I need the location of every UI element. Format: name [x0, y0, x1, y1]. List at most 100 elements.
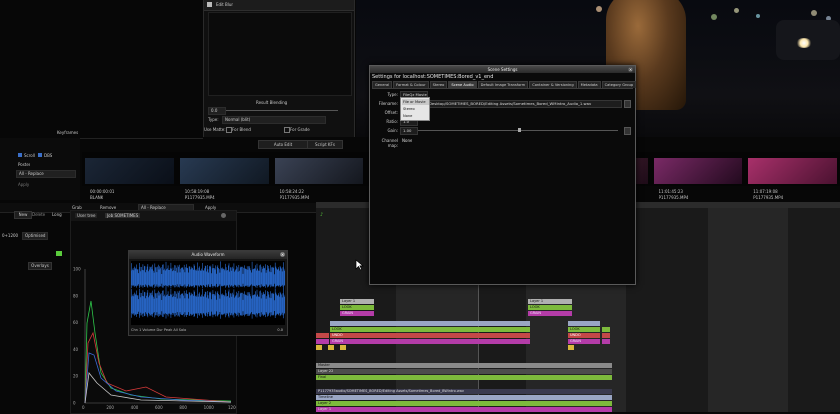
- dropdown-option[interactable]: None: [402, 113, 429, 119]
- blend-preview-area[interactable]: [208, 12, 352, 96]
- mouse-pointer-icon: [355, 259, 364, 271]
- y-tick-label: 80: [73, 293, 79, 298]
- dropdown-option[interactable]: Stereo: [402, 106, 429, 112]
- final-track[interactable]: Final: [316, 375, 612, 380]
- zoom-readout: 0+1200: [2, 233, 19, 238]
- y-tick-label: 0: [73, 401, 76, 406]
- clip-undo[interactable]: UNDO: [568, 333, 600, 338]
- clip-undo[interactable]: UNDO: [330, 333, 530, 338]
- dialog-tab[interactable]: Default Image Transform: [477, 81, 529, 88]
- gain-field[interactable]: 1.00: [400, 127, 418, 135]
- gain-slider-handle[interactable]: [518, 128, 521, 132]
- filmstrip-thumbnail[interactable]: [748, 158, 837, 184]
- reset-icon[interactable]: [624, 127, 631, 135]
- close-icon[interactable]: ×: [628, 67, 633, 72]
- type-dropdown-popup[interactable]: File or Movie Stereo None: [400, 97, 430, 121]
- optimised-select[interactable]: Optimised: [22, 232, 48, 240]
- clip-grain[interactable]: GRAIN: [568, 339, 600, 344]
- close-icon[interactable]: ×: [280, 252, 285, 257]
- new-button[interactable]: New: [14, 211, 32, 219]
- thumbnail-clip-name: BLANK: [90, 195, 104, 200]
- dbs-checkbox[interactable]: [38, 153, 42, 157]
- x-tick-label: 400: [131, 405, 139, 410]
- clip-grain-long[interactable]: GRAIN: [330, 339, 530, 344]
- timeline-shot-region: [708, 208, 788, 412]
- clip-keyframe-small[interactable]: [316, 345, 322, 350]
- dialog-tab[interactable]: General: [372, 81, 393, 88]
- clip-undo-small[interactable]: [316, 333, 329, 338]
- clip-keyframe-small[interactable]: [340, 345, 346, 350]
- dialog-tab[interactable]: Category Group: [601, 81, 637, 88]
- clip-base-track[interactable]: [568, 321, 600, 326]
- layer2-track[interactable]: Layer 2: [316, 401, 612, 406]
- bokeh-light: [811, 10, 817, 16]
- scroll-checkbox[interactable]: [18, 153, 22, 157]
- filmstrip-thumbnail[interactable]: [179, 158, 269, 184]
- graph-curve[interactable]: [84, 331, 232, 404]
- clip-look-small[interactable]: [602, 327, 610, 332]
- overlays-button[interactable]: Overlays: [28, 262, 52, 270]
- result-blending-label: Result Blending: [256, 100, 288, 105]
- blend-value-field[interactable]: 0.0: [208, 107, 226, 115]
- filename-field[interactable]: Desktop/SOMETIMES_BORED/Editing Assets/S…: [426, 100, 622, 108]
- audio-waveform-display[interactable]: [131, 261, 285, 325]
- filmstrip-thumbnail[interactable]: [274, 158, 364, 184]
- graph-options-icon[interactable]: [221, 213, 226, 218]
- dialog-tab[interactable]: Metadata: [577, 81, 601, 88]
- clip-keyframe-small[interactable]: [568, 345, 574, 350]
- offset-label: Offset:: [384, 110, 398, 115]
- y-tick-label: 40: [73, 347, 79, 352]
- clip-grain[interactable]: GRAIN: [340, 311, 374, 316]
- tab-user-tree[interactable]: User tree: [75, 213, 98, 218]
- thumbnail-timecode: 00:00:00:01: [90, 189, 115, 194]
- dialog-tab[interactable]: Container & Versioning: [529, 81, 577, 88]
- timeline-track[interactable]: Timeline: [316, 395, 612, 400]
- clip-look[interactable]: LOOK: [528, 305, 572, 310]
- clip-look[interactable]: LOOK: [568, 327, 600, 332]
- gain-label: Gain:: [387, 128, 398, 133]
- clip-grain-small[interactable]: [316, 339, 329, 344]
- blend-slider-track[interactable]: [226, 110, 338, 111]
- blend-type-select[interactable]: Normal (blit): [222, 116, 326, 124]
- auto-edit-button[interactable]: Auto Edit: [258, 140, 308, 149]
- dropdown-option[interactable]: File or Movie: [402, 99, 429, 105]
- clip-undo-small[interactable]: [602, 333, 610, 338]
- audio-track[interactable]: P1177935audio/SOMETIMES_BORED/Editing As…: [316, 389, 612, 394]
- use-matte-label: Use Matte:: [204, 127, 226, 132]
- dialog-tab[interactable]: Format & Colour: [393, 81, 429, 88]
- filmstrip-thumbnail[interactable]: [653, 158, 743, 184]
- master-track[interactable]: Master: [316, 363, 612, 368]
- clip-keyframe-small[interactable]: [328, 345, 334, 350]
- thumbnail-clip-name: P1177935.MP4: [184, 195, 215, 200]
- type-label: Type:: [208, 117, 219, 122]
- clip-grain-small[interactable]: [602, 339, 610, 344]
- folder-icon[interactable]: [624, 100, 631, 108]
- audio-controls[interactable]: Chn 1 Volume Dur Peak All Solo: [131, 327, 285, 333]
- clip-layer[interactable]: Layer 1: [340, 299, 374, 304]
- clip-layer[interactable]: Layer 1: [528, 299, 572, 304]
- ratio-label: Ratio:: [386, 119, 398, 124]
- tab-job[interactable]: Job SOMETIMES: [105, 213, 141, 218]
- replace-select[interactable]: All - Replace: [16, 170, 76, 178]
- clip-grain[interactable]: GRAIN: [528, 311, 572, 316]
- delete-button[interactable]: Delete: [32, 212, 45, 217]
- script-kfs-button[interactable]: Script KFs: [307, 140, 343, 149]
- poster-label: Poster: [18, 162, 31, 167]
- dialog-tab[interactable]: Stereo: [429, 81, 448, 88]
- clip-base-track[interactable]: [330, 321, 530, 326]
- x-tick-label: 800: [179, 405, 187, 410]
- clip-look[interactable]: LOOK: [340, 305, 374, 310]
- long-button[interactable]: Long: [52, 212, 62, 217]
- audio-waveform-window[interactable]: Audio Waveform × Chn 1 Volume Dur Peak A…: [128, 250, 288, 336]
- channel-map-value[interactable]: None: [402, 138, 412, 143]
- status-indicator: [56, 251, 62, 256]
- bokeh-light: [596, 6, 602, 12]
- clip-look-long[interactable]: LOOK: [330, 327, 530, 332]
- graph-curve[interactable]: [84, 352, 232, 404]
- panel-toggle-icon[interactable]: [207, 2, 212, 7]
- layer1-track[interactable]: Layer 1: [316, 407, 612, 412]
- filmstrip-thumbnail[interactable]: [85, 158, 174, 184]
- dialog-tab[interactable]: Scene Audio: [448, 81, 477, 88]
- layer22-track[interactable]: Layer 22: [316, 369, 612, 374]
- dialog-heading: Settings for localhost:SOMETIMES:Bored_v…: [372, 74, 494, 80]
